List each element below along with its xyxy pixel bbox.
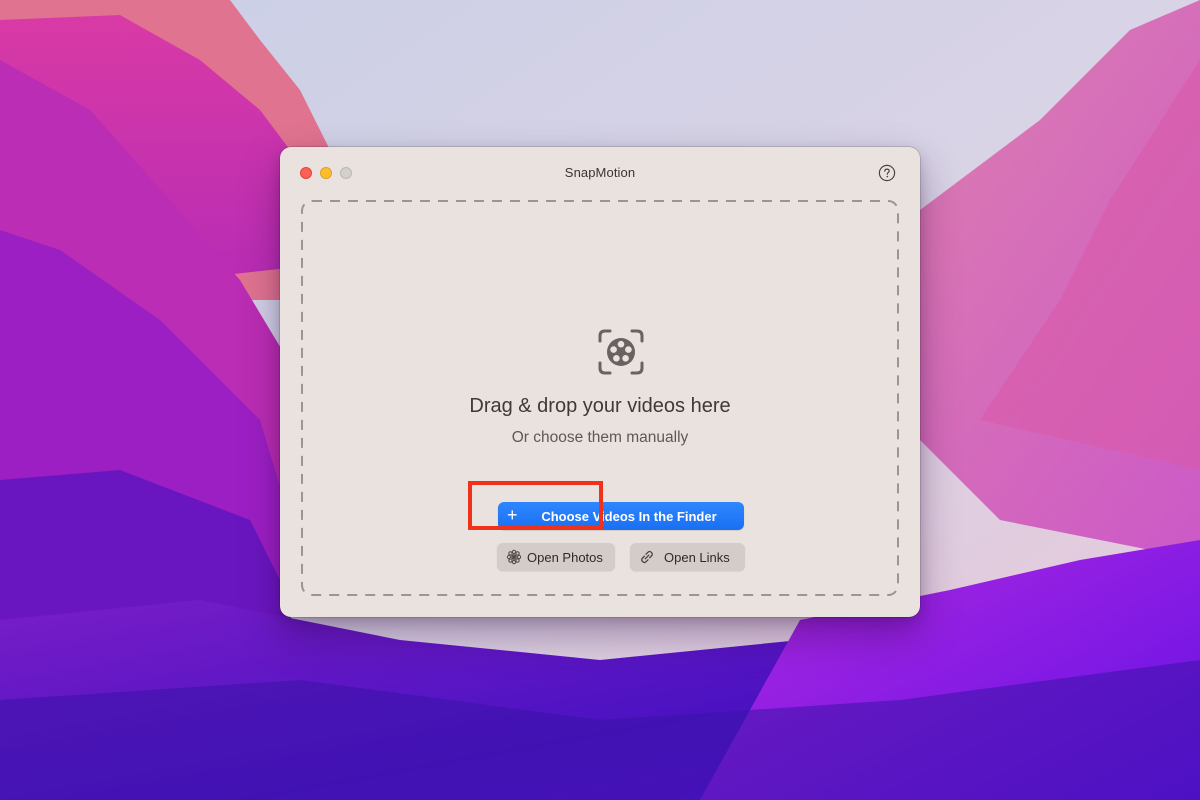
title-bar[interactable]: SnapMotion [280, 147, 920, 199]
open-photos-button[interactable]: Open Photos [497, 543, 615, 571]
open-links-button[interactable]: Open Links [630, 543, 745, 571]
open-links-label: Open Links [664, 550, 730, 565]
drop-zone-subtitle: Or choose them manually [511, 429, 689, 446]
help-button[interactable] [878, 164, 896, 182]
choose-videos-in-finder-button[interactable]: + Choose Videos In the Finder [498, 502, 744, 530]
photos-flower-icon [506, 549, 522, 565]
window-title: SnapMotion [564, 165, 636, 180]
video-drop-zone[interactable]: Drag & drop your videos here Or choose t… [301, 200, 899, 596]
open-photos-label: Open Photos [527, 550, 603, 565]
choose-videos-label: Choose Videos In the Finder [541, 509, 717, 524]
drop-zone-title: Drag & drop your videos here [469, 395, 731, 417]
link-icon [641, 550, 653, 564]
snapmotion-window: SnapMotion Drag & drop your videos here … [280, 147, 920, 617]
film-reel-viewfinder-icon [598, 329, 644, 375]
